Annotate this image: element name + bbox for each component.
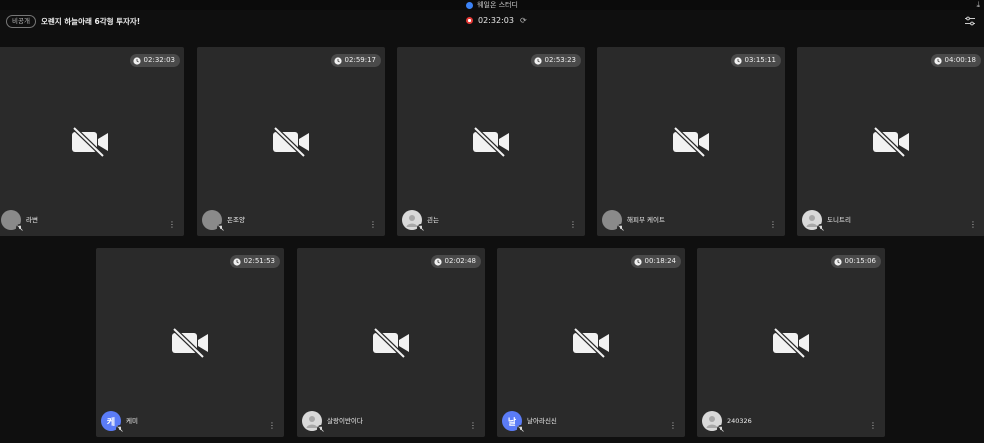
elapsed-time-text: 02:32:03 <box>143 56 175 64</box>
participant-tile[interactable]: 02:32:03 라변 ⋮ <box>0 47 184 236</box>
more-options-icon[interactable]: ⋮ <box>569 221 577 229</box>
more-options-icon[interactable]: ⋮ <box>469 422 477 430</box>
camera-off-icon <box>873 127 909 157</box>
participant-name: 240326 <box>727 417 752 425</box>
more-options-icon[interactable]: ⋮ <box>268 422 276 430</box>
clock-icon <box>232 257 241 266</box>
participant-name: 돈조양 <box>227 216 245 224</box>
participant-name: 도니트리 <box>827 216 851 224</box>
elapsed-time-text: 02:02:48 <box>444 257 476 265</box>
participant-tile[interactable]: 00:15:06 240326 ⋮ <box>697 248 885 437</box>
session-timer-text: 02:32:03 <box>478 16 514 25</box>
participant-name: 살랑이반이다 <box>327 417 363 425</box>
participant-name: 괸는 <box>427 216 439 224</box>
avatar: 케 <box>101 411 124 433</box>
download-icon[interactable]: ⤓ <box>976 0 980 10</box>
avatar-initial: 날 <box>507 417 517 428</box>
clock-icon <box>433 257 442 266</box>
clock-icon <box>733 56 742 65</box>
room-title: 오렌지 하늘아래 6각형 투자자! <box>40 16 141 26</box>
clock-icon <box>833 257 842 266</box>
settings-sliders-icon[interactable] <box>964 15 976 27</box>
more-options-icon[interactable]: ⋮ <box>168 221 176 229</box>
clock-icon <box>533 56 542 65</box>
participant-tile[interactable]: 02:53:23 괸는 ⋮ <box>397 47 585 236</box>
avatar <box>202 210 225 232</box>
elapsed-time-badge: 02:32:03 <box>129 54 180 67</box>
session-timer: 02:32:03 ⟳ <box>466 16 527 25</box>
elapsed-time-badge: 02:59:17 <box>330 54 381 67</box>
elapsed-time-badge: 02:51:53 <box>229 255 280 268</box>
elapsed-time-badge: 00:18:24 <box>630 255 681 268</box>
elapsed-time-badge: 02:53:23 <box>530 54 581 67</box>
elapsed-time-text: 04:00:18 <box>944 56 976 64</box>
visibility-badge: 비공개 <box>6 14 36 28</box>
mic-muted-icon <box>417 224 425 232</box>
window-titlebar: 웨일온 스터디 ⤓ <box>0 0 984 10</box>
mic-muted-icon <box>817 224 825 232</box>
participant-name: 해피부 케이트 <box>627 216 665 224</box>
elapsed-time-text: 02:59:17 <box>344 56 376 64</box>
participant-tile[interactable]: 02:59:17 돈조양 ⋮ <box>197 47 385 236</box>
room-header: 비공개 오렌지 하늘아래 6각형 투자자! 02:32:03 ⟳ <box>0 10 984 32</box>
elapsed-time-badge: 04:00:18 <box>930 54 981 67</box>
mic-muted-icon <box>317 425 325 433</box>
mic-muted-icon <box>617 224 625 232</box>
avatar <box>802 210 825 232</box>
clock-icon <box>933 56 942 65</box>
camera-off-icon <box>373 328 409 358</box>
avatar-initial: 케 <box>106 417 116 428</box>
mic-muted-icon <box>517 425 525 433</box>
avatar: 날 <box>502 411 525 433</box>
more-options-icon[interactable]: ⋮ <box>369 221 377 229</box>
clock-icon <box>633 257 642 266</box>
more-options-icon[interactable]: ⋮ <box>969 221 977 229</box>
camera-off-icon <box>773 328 809 358</box>
refresh-icon[interactable]: ⟳ <box>520 16 527 25</box>
avatar <box>402 210 425 232</box>
elapsed-time-badge: 00:15:06 <box>830 255 881 268</box>
camera-off-icon <box>673 127 709 157</box>
elapsed-time-text: 02:51:53 <box>243 257 275 265</box>
avatar <box>1 210 24 232</box>
elapsed-time-text: 02:53:23 <box>544 56 576 64</box>
avatar <box>302 411 325 433</box>
camera-off-icon <box>172 328 208 358</box>
mic-muted-icon <box>217 224 225 232</box>
window-title: 웨일온 스터디 <box>477 1 518 9</box>
avatar <box>602 210 625 232</box>
record-icon <box>466 17 473 24</box>
participant-tile[interactable]: 02:51:53 케 케미 ⋮ <box>96 248 284 437</box>
participant-tile[interactable]: 02:02:48 살랑이반이다 ⋮ <box>297 248 485 437</box>
elapsed-time-text: 03:15:11 <box>744 56 776 64</box>
more-options-icon[interactable]: ⋮ <box>869 422 877 430</box>
app-logo-icon <box>466 1 474 9</box>
participant-tile[interactable]: 00:18:24 날 날아라신신 ⋮ <box>497 248 685 437</box>
elapsed-time-text: 00:18:24 <box>644 257 676 265</box>
elapsed-time-badge: 03:15:11 <box>730 54 781 67</box>
participant-tile[interactable]: 04:00:18 도니트리 ⋮ <box>797 47 984 236</box>
clock-icon <box>333 56 342 65</box>
participant-name: 케미 <box>126 417 138 425</box>
participant-tile[interactable]: 03:15:11 해피부 케이트 ⋮ <box>597 47 785 236</box>
participant-name: 날아라신신 <box>527 417 557 425</box>
camera-off-icon <box>273 127 309 157</box>
participant-name: 라변 <box>26 216 38 224</box>
mic-muted-icon <box>717 425 725 433</box>
avatar <box>702 411 725 433</box>
camera-off-icon <box>473 127 509 157</box>
more-options-icon[interactable]: ⋮ <box>769 221 777 229</box>
elapsed-time-text: 00:15:06 <box>844 257 876 265</box>
mic-muted-icon <box>16 224 24 232</box>
mic-muted-icon <box>116 425 124 433</box>
clock-icon <box>132 56 141 65</box>
camera-off-icon <box>573 328 609 358</box>
camera-off-icon <box>72 127 108 157</box>
more-options-icon[interactable]: ⋮ <box>669 422 677 430</box>
elapsed-time-badge: 02:02:48 <box>430 255 481 268</box>
